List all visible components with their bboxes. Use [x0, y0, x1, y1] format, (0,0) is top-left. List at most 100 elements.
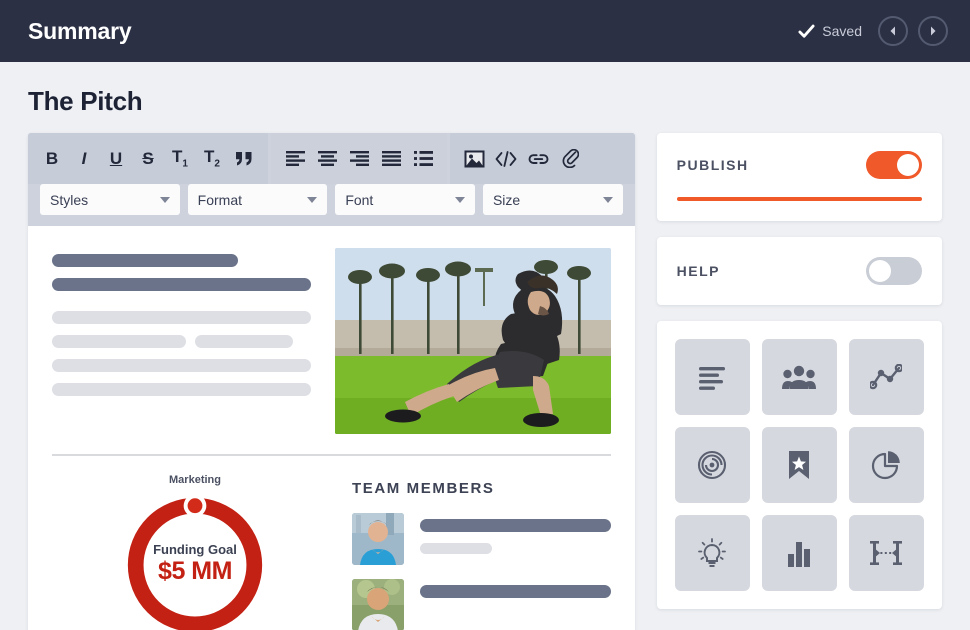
tool-team-people[interactable] — [762, 339, 837, 415]
member-placeholder-lines — [420, 579, 611, 609]
chevron-down-icon — [603, 197, 613, 203]
publish-progress-bar — [677, 197, 922, 201]
placeholder-body-line — [52, 383, 311, 396]
tool-target-spiral[interactable] — [675, 427, 750, 503]
size-select[interactable]: Size — [483, 184, 623, 215]
styles-select-value: Styles — [50, 192, 88, 208]
avatar-photo-2 — [352, 579, 404, 630]
placeholder-body-line — [52, 335, 186, 348]
milestone-measure-icon — [870, 539, 902, 567]
tool-milestone-measure[interactable] — [849, 515, 924, 591]
app-title: Summary — [28, 18, 131, 45]
chevron-down-icon — [307, 197, 317, 203]
tool-bar-chart[interactable] — [762, 515, 837, 591]
chevron-left-icon — [887, 25, 899, 37]
underline-button[interactable]: U — [101, 142, 131, 176]
funding-donut-chart: Marketing Funding Goal $5 MM — [52, 474, 338, 630]
toggle-knob — [869, 260, 891, 282]
placeholder-body-line — [52, 359, 311, 372]
align-right-button[interactable] — [344, 142, 374, 176]
hero-photo-illustration — [335, 248, 611, 434]
member-name-line — [420, 585, 611, 598]
funding-goal-value: $5 MM — [109, 557, 281, 586]
attach-file-button[interactable] — [555, 142, 585, 176]
team-members-heading: TEAM MEMBERS — [352, 480, 611, 497]
insert-link-button[interactable] — [523, 142, 553, 176]
team-member-1 — [352, 513, 611, 565]
tool-bookmark-star[interactable] — [762, 427, 837, 503]
toolbar-group-alignment — [271, 133, 447, 184]
avatar — [352, 513, 404, 565]
avatar-photo-1 — [352, 513, 404, 565]
top-bar: Summary Saved — [0, 0, 970, 62]
saved-label: Saved — [822, 23, 862, 39]
help-card-header: HELP — [657, 237, 942, 305]
lightbulb-icon — [698, 538, 726, 568]
paperclip-icon — [562, 149, 579, 168]
font-select-value: Font — [345, 192, 373, 208]
superscript-button[interactable]: T2 — [197, 142, 227, 176]
member-placeholder-lines — [420, 513, 611, 565]
bold-button[interactable]: B — [37, 142, 67, 176]
align-center-button[interactable] — [312, 142, 342, 176]
insert-image-button[interactable] — [459, 142, 489, 176]
placeholder-heading-line — [52, 278, 311, 291]
toolbar-group-insert — [450, 133, 635, 184]
format-select-value: Format — [198, 192, 242, 208]
image-icon — [464, 150, 485, 168]
publish-label: PUBLISH — [677, 157, 749, 173]
saved-status: Saved — [798, 23, 862, 40]
size-select-value: Size — [493, 192, 520, 208]
editor-toolbar: B I U S T1 T2 — [28, 133, 635, 184]
strikethrough-button[interactable]: S — [133, 142, 163, 176]
insert-code-button[interactable] — [491, 142, 521, 176]
donut-graphic: Funding Goal $5 MM — [109, 490, 281, 630]
publish-toggle[interactable] — [866, 151, 922, 179]
right-sidebar: PUBLISH HELP — [657, 133, 942, 609]
italic-button[interactable]: I — [69, 142, 99, 176]
donut-center-text: Funding Goal $5 MM — [109, 542, 281, 586]
subscript-button[interactable]: T1 — [165, 142, 195, 176]
main-area: B I U S T1 T2 — [0, 133, 970, 630]
team-members-section: TEAM MEMBERS — [352, 474, 611, 630]
font-select[interactable]: Font — [335, 184, 475, 215]
blockquote-button[interactable] — [229, 142, 259, 176]
align-center-icon — [318, 151, 337, 166]
editor-panel: B I U S T1 T2 — [28, 133, 635, 630]
content-divider — [52, 454, 611, 456]
align-left-icon — [286, 151, 305, 166]
tool-pie-chart[interactable] — [849, 427, 924, 503]
target-spiral-icon — [697, 450, 727, 480]
tool-text-lines[interactable] — [675, 339, 750, 415]
chevron-right-icon — [927, 25, 939, 37]
avatar — [352, 579, 404, 630]
placeholder-body-line — [52, 311, 311, 324]
placeholder-text-block — [52, 248, 311, 434]
align-left-button[interactable] — [280, 142, 310, 176]
tool-line-chart[interactable] — [849, 339, 924, 415]
align-justify-button[interactable] — [376, 142, 406, 176]
funding-goal-label: Funding Goal — [109, 542, 281, 557]
help-toggle[interactable] — [866, 257, 922, 285]
member-name-line — [420, 519, 611, 532]
placeholder-heading-line — [52, 254, 238, 267]
document-canvas[interactable]: Marketing Funding Goal $5 MM — [28, 226, 635, 630]
previous-button[interactable] — [878, 16, 908, 46]
help-card: HELP — [657, 237, 942, 305]
hero-image[interactable] — [335, 248, 611, 434]
toolbar-group-text-format: B I U S T1 T2 — [28, 133, 268, 184]
link-icon — [528, 151, 549, 167]
bullet-list-button[interactable] — [408, 142, 438, 176]
chevron-down-icon — [160, 197, 170, 203]
format-select[interactable]: Format — [188, 184, 328, 215]
tools-card — [657, 321, 942, 609]
align-justify-icon — [382, 151, 401, 166]
top-bar-actions: Saved — [798, 16, 948, 46]
tool-lightbulb[interactable] — [675, 515, 750, 591]
next-button[interactable] — [918, 16, 948, 46]
tools-grid — [657, 321, 942, 609]
document-top-section — [52, 248, 611, 434]
toggle-knob — [897, 154, 919, 176]
placeholder-body-line — [195, 335, 293, 348]
styles-select[interactable]: Styles — [40, 184, 180, 215]
